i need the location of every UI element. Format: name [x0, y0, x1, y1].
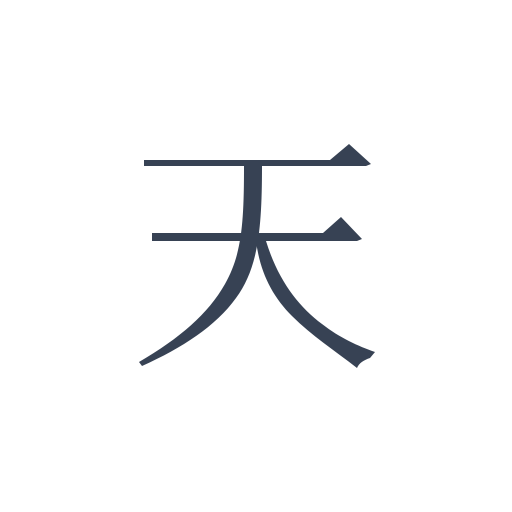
kanji-glyph	[139, 144, 375, 368]
top-horizontal-stroke	[144, 144, 371, 166]
left-falling-stroke	[139, 166, 262, 366]
glyph-canvas: 天	[0, 0, 512, 512]
right-falling-stroke	[256, 241, 375, 368]
